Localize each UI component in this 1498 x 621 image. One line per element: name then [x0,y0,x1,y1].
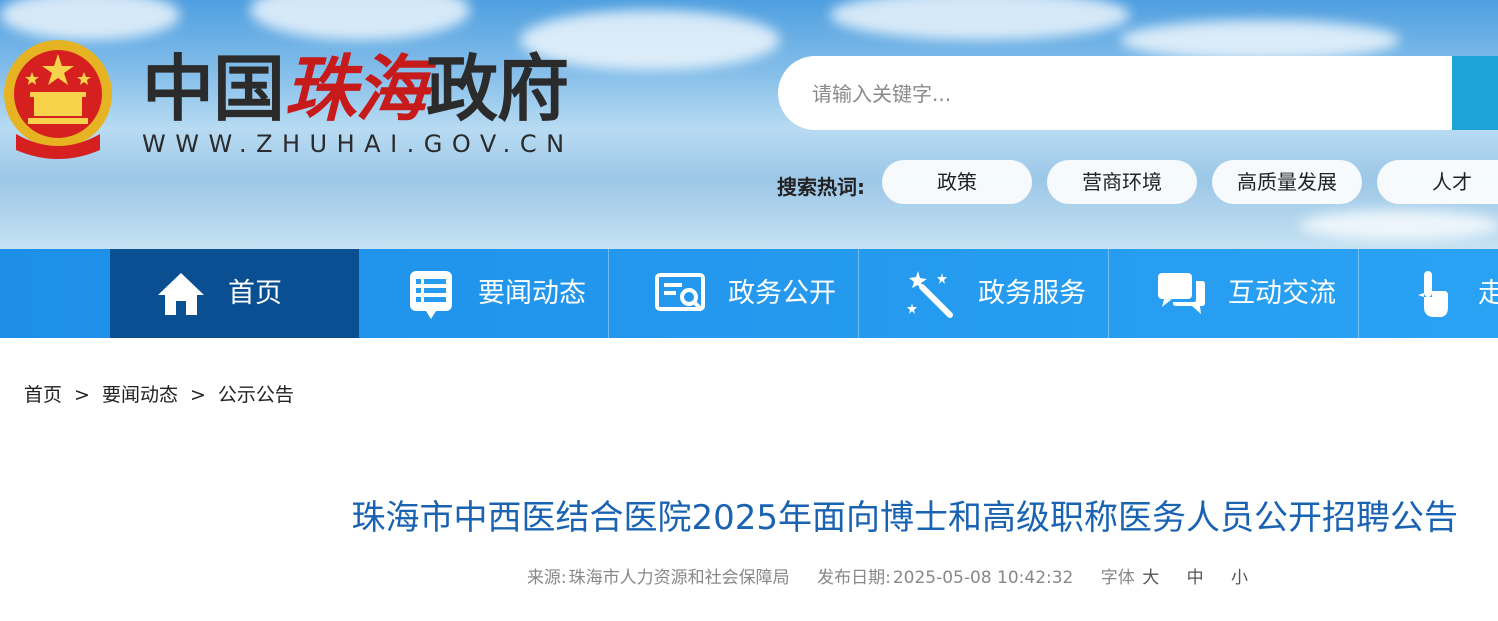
nav-item-label: 要闻动态 [478,278,586,309]
site-header: 中国珠海政府 WWW.ZHUHAI.GOV.CN 搜索热词: 政策 营商环境 高… [0,0,1498,249]
search-input[interactable] [810,56,1414,132]
main-nav: 首页 要闻动态 政务公开 政务服务 互动交流 走 [0,249,1498,338]
nav-item-services[interactable]: 政务服务 [860,249,1109,338]
nav-item-news[interactable]: 要闻动态 [360,249,609,338]
cloud-decoration [250,0,470,40]
hot-search-tag[interactable]: 营商环境 [1047,160,1197,204]
font-size-medium-button[interactable]: 中 [1187,568,1204,588]
nav-item-label: 首页 [228,278,282,309]
breadcrumb-separator: > [74,384,90,406]
nav-item-open-gov[interactable]: 政务公开 [610,249,859,338]
nav-item-label: 政务公开 [728,278,836,309]
home-icon [158,273,204,315]
source-value: 珠海市人力资源和社会保障局 [568,568,790,588]
breadcrumb-item-home[interactable]: 首页 [24,384,62,406]
search-box [778,56,1478,132]
news-list-icon [410,271,452,319]
article-title: 珠海市中西医结合医院2025年面向博士和高级职称医务人员公开招聘公告 [351,498,1458,538]
nav-item-interaction[interactable]: 互动交流 [1110,249,1359,338]
nav-item-label: 互动交流 [1228,278,1336,309]
search-button[interactable] [1452,56,1498,130]
date-label: 发布日期: [817,568,891,588]
hot-search-label: 搜索热词: [777,175,865,199]
font-size-large-button[interactable]: 大 [1142,568,1159,588]
nav-item-partial[interactable]: 走 [1360,249,1498,338]
cloud-decoration [1300,210,1498,240]
site-name-part1: 中国 [142,47,285,131]
nav-item-label: 走 [1478,278,1498,309]
tap-hand-icon [1418,271,1448,317]
font-size-label: 字体 [1100,568,1135,588]
hot-search-tag[interactable]: 人才 [1377,160,1498,204]
nav-item-label: 政务服务 [978,278,1086,309]
site-name-logo[interactable]: 中国珠海政府 [142,44,569,134]
breadcrumb-item-notices[interactable]: 公示公告 [218,384,294,406]
article-meta: 来源: 珠海市人力资源和社会保障局 发布日期: 2025-05-08 10:42:3… [0,563,1248,588]
site-name-part3: 政府 [426,47,569,131]
cloud-decoration [830,0,1130,40]
site-url: WWW.ZHUHAI.GOV.CN [142,130,574,158]
font-size-small-button[interactable]: 小 [1231,568,1248,588]
chat-bubbles-icon [1158,273,1205,314]
magic-wand-icon [907,271,953,318]
nav-item-home[interactable]: 首页 [110,249,359,338]
breadcrumb: 首页 > 要闻动态 > 公示公告 [24,380,294,407]
source-label: 来源: [526,568,567,588]
cloud-decoration [0,0,180,40]
date-value: 2025-05-08 10:42:32 [892,568,1074,588]
document-search-icon [655,273,705,312]
hot-search-tag[interactable]: 高质量发展 [1212,160,1362,204]
hot-search-tag[interactable]: 政策 [882,160,1032,204]
breadcrumb-separator: > [189,384,206,406]
site-name-part2: 珠海 [284,46,427,131]
cloud-decoration [1120,20,1400,60]
breadcrumb-item-news[interactable]: 要闻动态 [102,384,178,406]
national-emblem-icon [4,40,112,159]
